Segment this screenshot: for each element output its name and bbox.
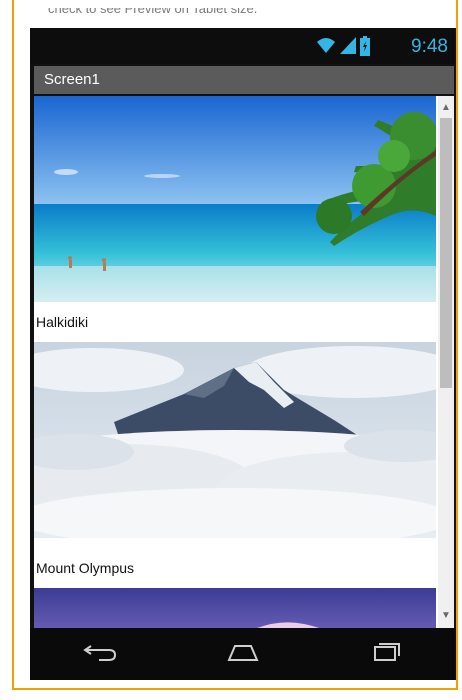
- item-caption: Halkidiki: [36, 314, 89, 330]
- beach-photo[interactable]: [34, 96, 436, 302]
- scroll-up-icon[interactable]: ▲: [438, 100, 454, 116]
- scrollbar-thumb[interactable]: [440, 118, 452, 388]
- back-icon: [81, 640, 121, 669]
- list-item[interactable]: Halkidiki: [34, 96, 436, 342]
- recent-apps-icon: [365, 640, 405, 669]
- vertical-scrollbar[interactable]: ▲ ▼: [438, 96, 454, 628]
- list-item[interactable]: [34, 588, 436, 628]
- back-button[interactable]: [71, 634, 131, 674]
- mountain-photo[interactable]: [34, 342, 436, 548]
- item-caption: Mount Olympus: [36, 560, 135, 576]
- status-bar: 9:48: [30, 28, 456, 64]
- screen-content[interactable]: Halkidiki Mount Olympus ▲ ▼: [34, 96, 454, 628]
- scroll-down-icon[interactable]: ▼: [438, 608, 454, 624]
- navigation-bar: [30, 628, 456, 680]
- home-icon: [223, 640, 263, 669]
- battery-icon: [360, 36, 370, 61]
- screen-title: Screen1: [34, 66, 454, 94]
- image-list[interactable]: Halkidiki Mount Olympus: [34, 96, 436, 628]
- purple-sky-photo[interactable]: [34, 588, 436, 628]
- signal-icon: [340, 36, 356, 61]
- phone-preview: 9:48 Screen1 Halkidiki Mount Olympus ▲ ▼: [30, 28, 456, 680]
- list-item[interactable]: Mount Olympus: [34, 342, 436, 588]
- wifi-icon: [316, 36, 336, 61]
- home-button[interactable]: [213, 634, 273, 674]
- status-time: 9:48: [411, 36, 448, 57]
- recent-apps-button[interactable]: [355, 634, 415, 674]
